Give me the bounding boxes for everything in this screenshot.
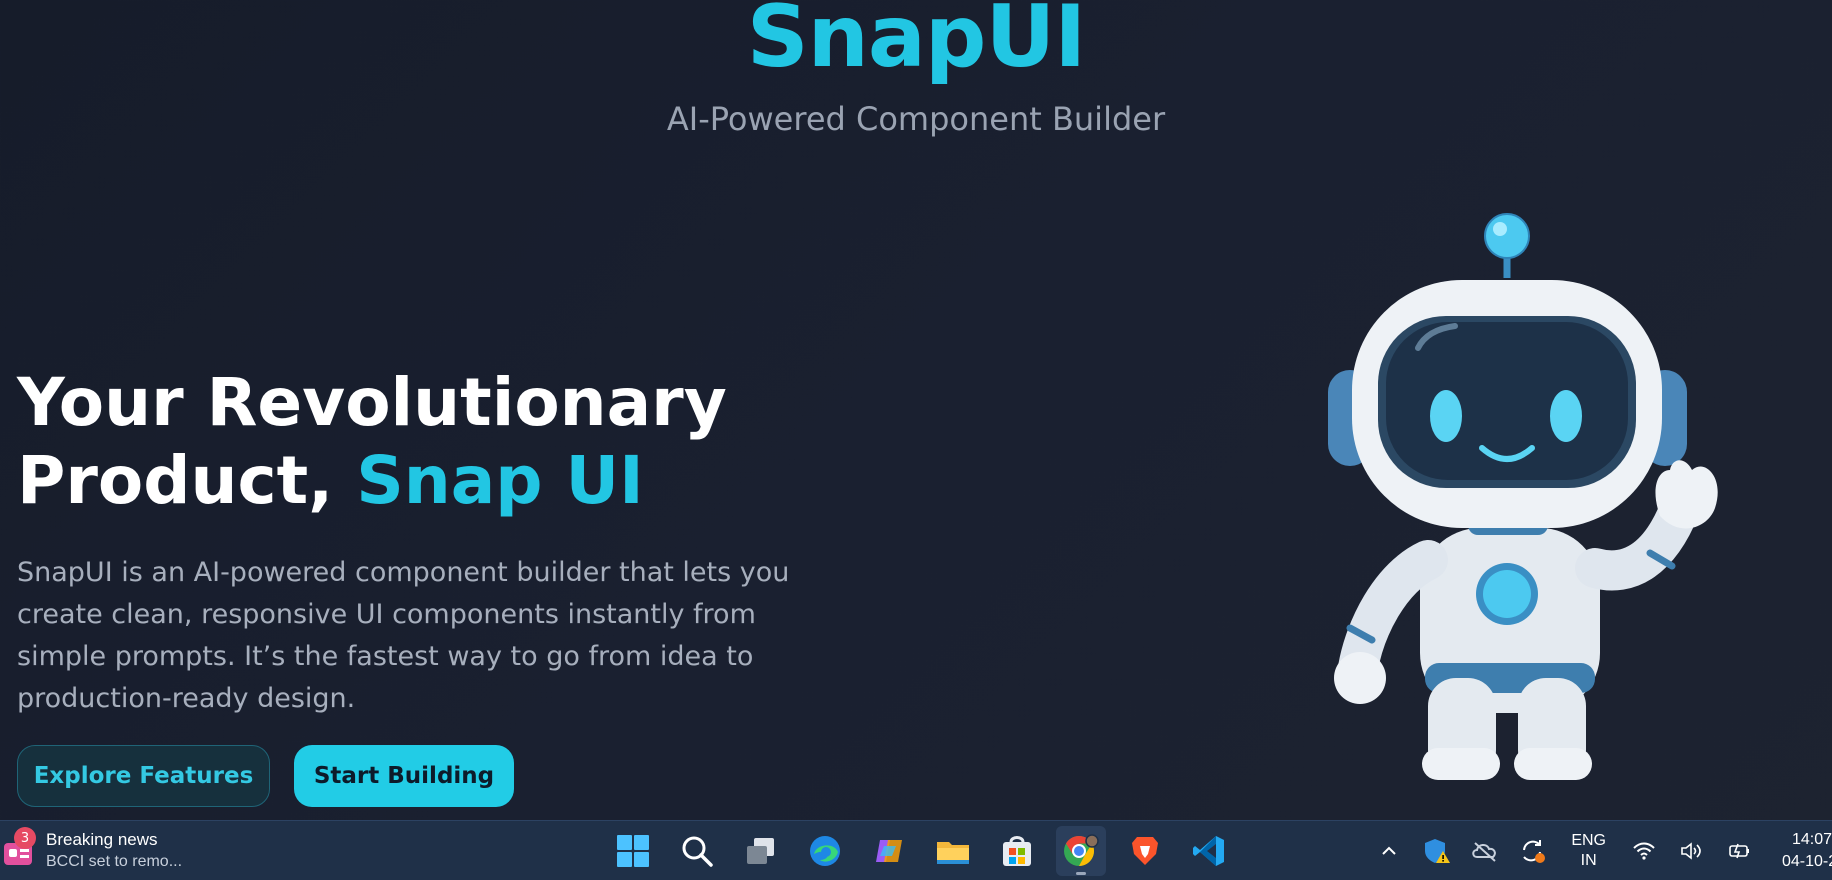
hero-description: SnapUI is an AI-powered component builde… [17, 557, 790, 714]
chrome-icon[interactable] [1056, 826, 1106, 876]
hero-heading-line1: Your Revolutionary [17, 364, 727, 441]
hero-heading-accent: Snap UI [356, 442, 644, 519]
start-building-button[interactable]: Start Building [294, 745, 514, 807]
clock-time: 14:07 [1791, 831, 1832, 848]
brand-header: SnapUI AI-Powered Component Builder [0, 0, 1832, 138]
news-widget-icon: 3 [2, 827, 38, 869]
chevron-up-icon[interactable] [1369, 831, 1409, 871]
brand-title: SnapUI [746, 0, 1087, 87]
wifi-icon[interactable] [1624, 831, 1664, 871]
hero-section: Your Revolutionary Product, Snap UI Snap… [17, 364, 877, 720]
robot-mascot-illustration [1328, 213, 1718, 780]
taskbar-apps [608, 821, 1234, 880]
hero-buttons: Explore Features Start Building [17, 745, 514, 807]
news-count-badge: 3 [14, 827, 36, 849]
hero-heading: Your Revolutionary Product, Snap UI [17, 364, 877, 520]
system-tray: ENG IN 14:07 04-10-2 [1365, 821, 1832, 880]
copilot-icon[interactable] [864, 826, 914, 876]
explore-features-button[interactable]: Explore Features [17, 745, 270, 807]
hero-heading-line2: Product, [17, 442, 357, 519]
windows-taskbar: 3 Breaking news BCCI set to remo... ENG … [0, 820, 1832, 880]
clock[interactable]: 14:07 04-10-2 [1782, 829, 1832, 873]
onedrive-offline-icon[interactable] [1465, 831, 1505, 871]
lang-region: IN [1580, 852, 1597, 869]
sync-update-icon[interactable] [1513, 831, 1553, 871]
search-icon[interactable] [672, 826, 722, 876]
file-explorer-icon[interactable] [928, 826, 978, 876]
windows-start-icon[interactable] [608, 826, 658, 876]
microsoft-store-icon[interactable] [992, 826, 1042, 876]
task-view-icon[interactable] [736, 826, 786, 876]
lang-code: ENG [1571, 832, 1606, 849]
edge-browser-icon[interactable] [800, 826, 850, 876]
news-title: Breaking news [46, 830, 158, 849]
volume-icon[interactable] [1672, 831, 1712, 871]
battery-charging-icon[interactable] [1720, 831, 1760, 871]
chrome-running-indicator [1076, 872, 1086, 875]
clock-date: 04-10-2 [1782, 853, 1832, 870]
input-language-indicator[interactable]: ENG IN [1571, 831, 1606, 871]
vscode-icon[interactable] [1184, 826, 1234, 876]
brave-browser-icon[interactable] [1120, 826, 1170, 876]
defender-warning-icon[interactable] [1417, 831, 1457, 871]
news-subtitle: BCCI set to remo... [46, 853, 183, 870]
news-widget[interactable]: 3 Breaking news BCCI set to remo... [0, 827, 182, 875]
brand-subtitle: AI-Powered Component Builder [666, 100, 1166, 138]
